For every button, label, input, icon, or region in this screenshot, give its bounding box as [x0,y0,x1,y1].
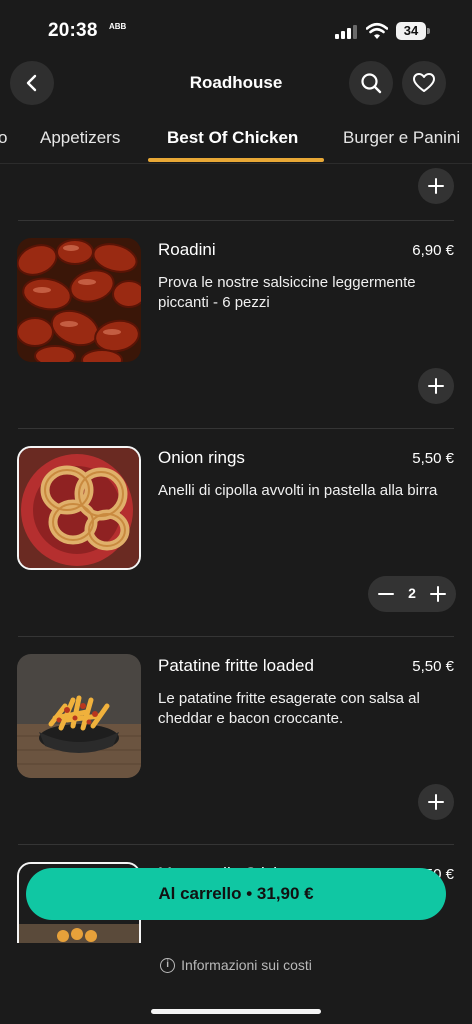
item-price: 5,50 € [412,658,454,675]
item-price: 6,90 € [412,242,454,259]
minus-icon[interactable] [376,584,396,604]
plus-icon [428,378,444,394]
quantity-value: 2 [408,585,416,601]
home-indicator[interactable] [151,1009,321,1014]
cost-info-label: Informazioni sui costi [181,957,312,973]
add-button[interactable] [418,784,454,820]
add-button[interactable] [418,168,454,204]
menu-list: Roadini 6,90 € Prova le nostre salsiccin… [0,165,472,943]
cost-info-link[interactable]: i Informazioni sui costi [0,957,472,973]
plus-icon [428,794,444,810]
item-name: Onion rings [158,448,245,467]
quantity-stepper[interactable]: 2 [368,576,456,612]
battery-tip [427,28,430,34]
tab-best-of-chicken[interactable]: Best Of Chicken [167,128,298,148]
item-name: Patatine fritte loaded [158,656,314,675]
cart-button[interactable]: Al carrello • 31,90 € [26,868,446,920]
search-button[interactable] [349,61,393,105]
status-time: 20:38 [48,20,98,41]
menu-item-onion-rings[interactable]: Onion rings 5,50 € Anelli di cipolla avv… [0,429,472,637]
plus-icon [428,178,444,194]
wifi-icon [366,22,388,39]
item-price: 5,50 € [412,450,454,467]
tab-partial[interactable]: o [0,128,7,148]
active-tab-indicator [148,158,324,162]
signal-icon [335,25,357,39]
menu-item-roadini[interactable]: Roadini 6,90 € Prova le nostre salsiccin… [0,221,472,429]
menu-item-patatine-loaded[interactable]: Patatine fritte loaded 5,50 € Le patatin… [0,637,472,845]
item-description: Anelli di cipolla avvolti in pastella al… [158,482,438,499]
item-description: Prova le nostre salsiccine leggermente p… [158,274,416,311]
tab-appetizers[interactable]: Appetizers [40,128,120,148]
favorite-button[interactable] [402,61,446,105]
add-button[interactable] [418,368,454,404]
battery-icon: 34 [396,22,426,40]
item-image-sausages [17,238,141,362]
tab-burger-e-panini[interactable]: Burger e Panini [343,128,460,148]
search-icon [361,73,382,94]
header: Roadhouse [0,58,472,110]
heart-icon [413,73,435,92]
status-bar: 20:38 ABB 34 [0,0,472,58]
category-tabs: o Appetizers Best Of Chicken Burger e Pa… [0,116,472,164]
status-subscript: ABB [109,22,127,31]
plus-icon[interactable] [428,584,448,604]
item-description: Le patatine fritte esagerate con salsa a… [158,690,420,727]
item-name: Roadini [158,240,216,259]
info-icon: i [160,957,176,973]
item-image-onion-rings [17,446,141,570]
item-image-loaded-fries [17,654,141,778]
